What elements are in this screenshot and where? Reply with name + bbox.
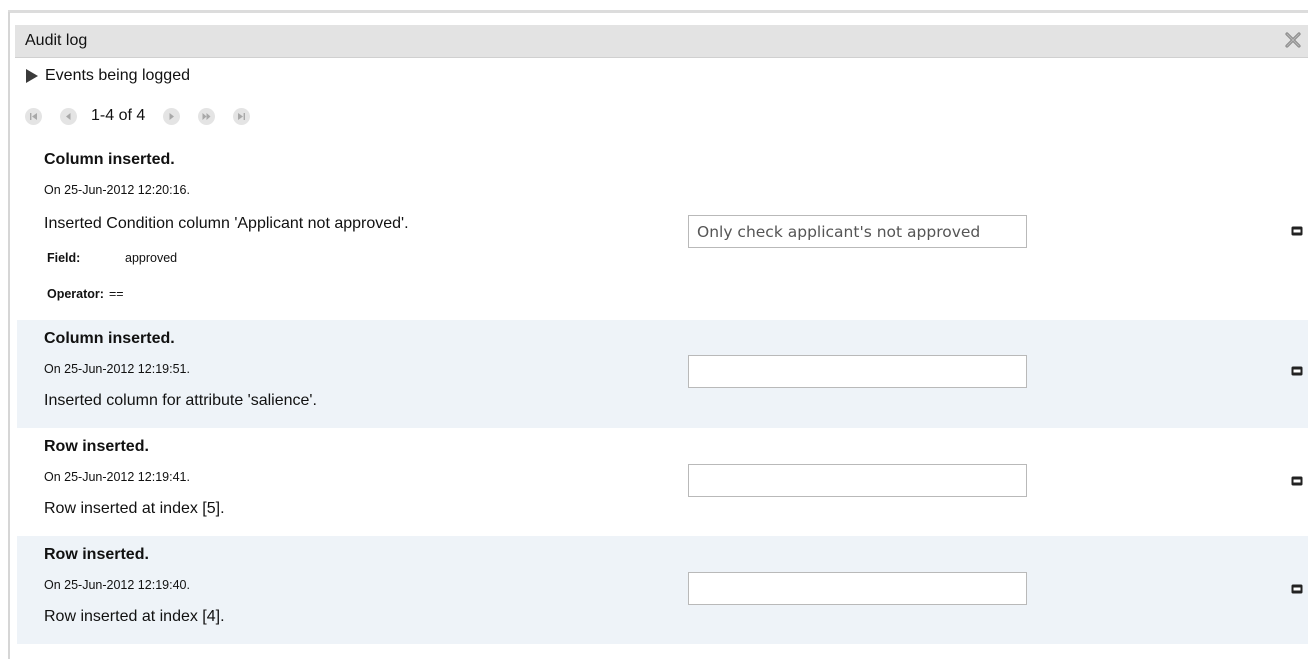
entry-date: On 25-Jun-2012 12:19:51. xyxy=(44,362,190,376)
entry-comment-input[interactable] xyxy=(688,355,1027,388)
events-toggle-label: Events being logged xyxy=(45,67,190,84)
entry-description: Inserted Condition column 'Applicant not… xyxy=(44,215,409,232)
outer-frame-left xyxy=(8,12,10,659)
edit-comment-icon[interactable] xyxy=(1291,366,1303,376)
audit-entry: Row inserted. On 25-Jun-2012 12:19:40. R… xyxy=(17,536,1308,644)
last-page-button[interactable] xyxy=(233,107,251,125)
entry-date: On 25-Jun-2012 12:19:41. xyxy=(44,470,190,484)
first-page-button[interactable] xyxy=(25,107,42,125)
previous-page-icon xyxy=(66,112,71,120)
next-page-button[interactable] xyxy=(163,107,181,125)
entry-comment-input[interactable] xyxy=(688,572,1027,605)
fast-forward-icon xyxy=(202,112,211,120)
entry-comment-input[interactable] xyxy=(688,215,1027,248)
first-page-icon xyxy=(30,112,37,120)
entry-title: Column inserted. xyxy=(44,330,175,347)
entry-operator-label: Operator: xyxy=(47,287,104,301)
audit-entry: Row inserted. On 25-Jun-2012 12:19:41. R… xyxy=(17,428,1308,536)
entry-comment-input[interactable] xyxy=(688,464,1027,497)
panel-title: Audit log xyxy=(25,32,88,49)
next-page-icon xyxy=(169,112,175,120)
entry-title: Column inserted. xyxy=(44,151,175,168)
events-being-logged-toggle[interactable]: Events being logged xyxy=(25,66,190,86)
pager-range: 1-4 of 4 xyxy=(91,107,146,124)
edit-comment-icon[interactable] xyxy=(1291,476,1303,486)
audit-log-panel: Audit log Events being logged 1-4 of 4 C… xyxy=(15,25,1308,659)
entry-description: Row inserted at index [5]. xyxy=(44,500,225,517)
entry-date: On 25-Jun-2012 12:20:16. xyxy=(44,183,190,197)
fast-forward-button[interactable] xyxy=(198,107,216,125)
entry-field-value: approved xyxy=(125,251,178,265)
outer-frame-top xyxy=(8,10,1308,13)
entry-field-label: Field: xyxy=(47,251,81,265)
edit-comment-icon[interactable] xyxy=(1291,584,1303,594)
edit-comment-icon[interactable] xyxy=(1291,226,1303,236)
entry-description: Inserted column for attribute 'salience'… xyxy=(44,392,317,409)
audit-entry: Column inserted. On 25-Jun-2012 12:20:16… xyxy=(17,140,1308,319)
previous-page-button[interactable] xyxy=(60,107,77,125)
audit-entry: Column inserted. On 25-Jun-2012 12:19:51… xyxy=(17,320,1308,428)
entry-title: Row inserted. xyxy=(44,546,149,563)
pager: 1-4 of 4 xyxy=(25,104,251,128)
entry-date: On 25-Jun-2012 12:19:40. xyxy=(44,578,190,592)
entry-description: Row inserted at index [4]. xyxy=(44,608,225,625)
last-page-icon xyxy=(238,112,246,120)
entry-operator-value: == xyxy=(109,287,124,301)
entry-title: Row inserted. xyxy=(44,438,149,455)
panel-titlebar: Audit log xyxy=(15,25,1308,58)
triangle-right-icon xyxy=(26,69,38,83)
close-icon[interactable] xyxy=(1282,29,1304,51)
